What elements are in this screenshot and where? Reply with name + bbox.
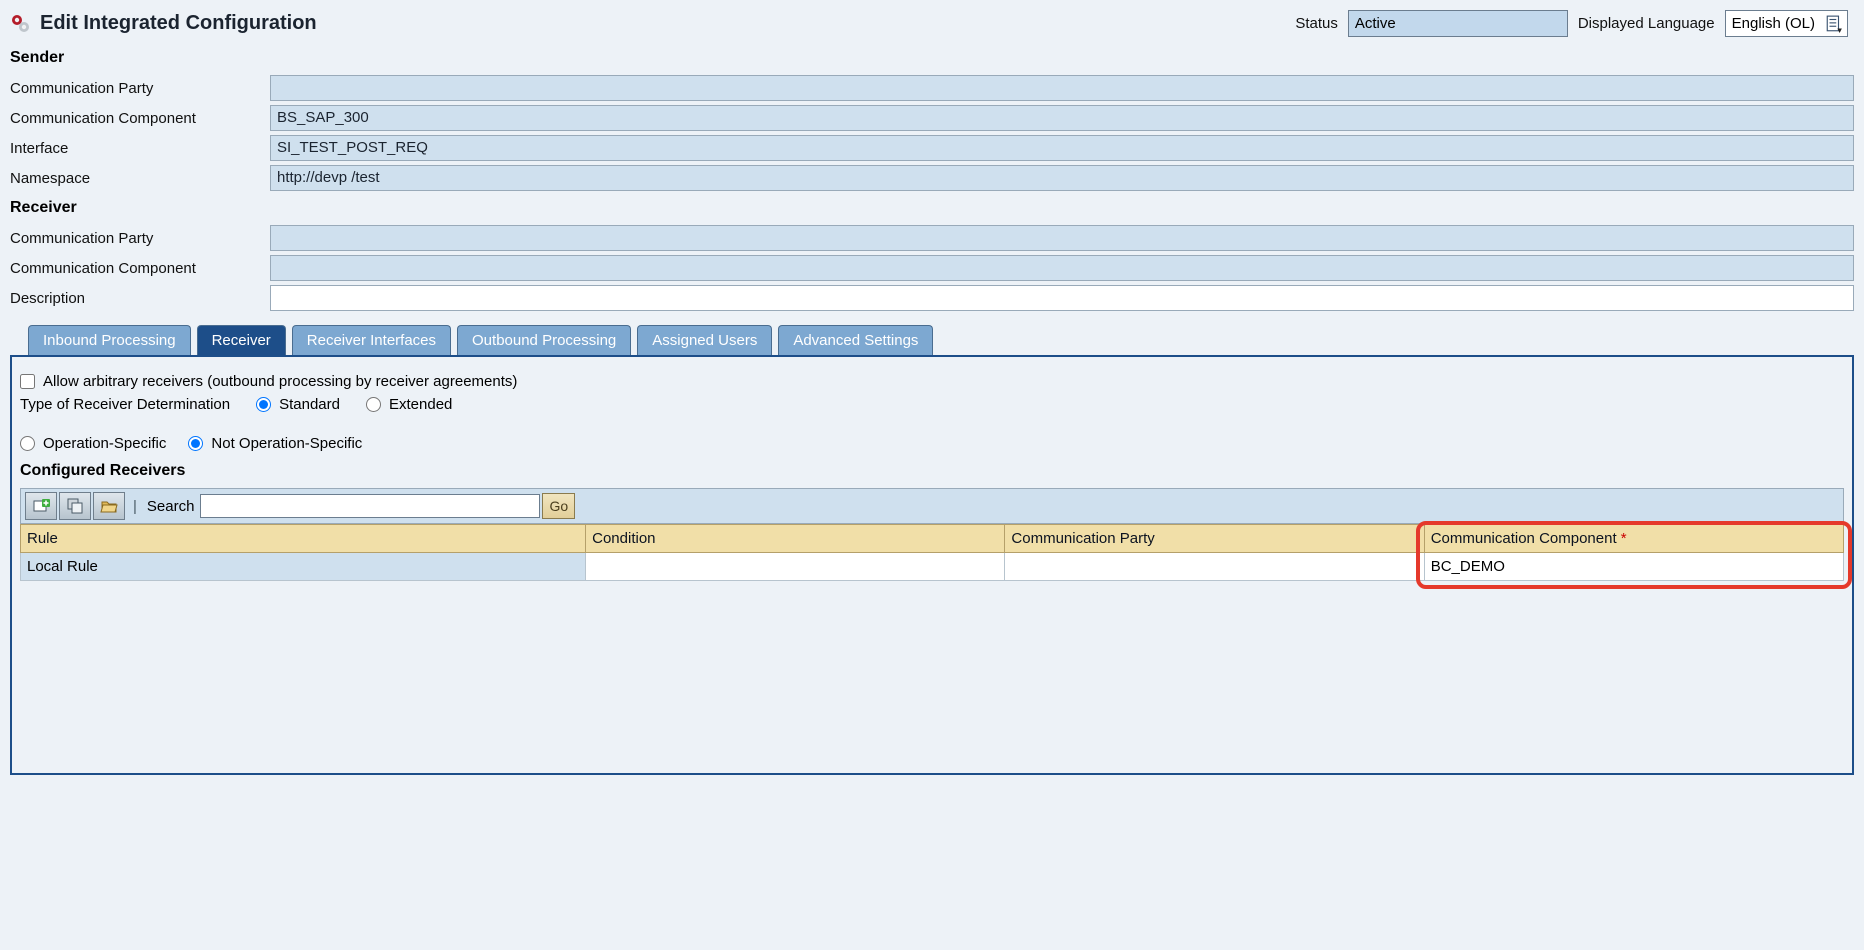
tab-advanced-settings[interactable]: Advanced Settings — [778, 325, 933, 355]
sender-comm-comp-field[interactable]: BS_SAP_300 — [270, 105, 1854, 131]
sender-comm-comp-label: Communication Component — [10, 110, 270, 127]
toolbar-separator: | — [127, 498, 143, 515]
operation-specific-radio[interactable] — [20, 436, 35, 451]
col-comm-comp[interactable]: Communication Component * — [1424, 525, 1843, 553]
add-icon — [32, 497, 50, 515]
cell-rule[interactable]: Local Rule — [21, 553, 586, 581]
sender-namespace-label: Namespace — [10, 170, 270, 187]
receiver-comm-party-label: Communication Party — [10, 230, 270, 247]
description-label: Description — [10, 290, 270, 307]
col-condition[interactable]: Condition — [586, 525, 1005, 553]
search-label: Search — [147, 498, 195, 515]
sender-comm-party-field[interactable] — [270, 75, 1854, 101]
extended-label: Extended — [389, 396, 452, 413]
add-row-button[interactable] — [25, 492, 57, 520]
sender-interface-field[interactable]: SI_TEST_POST_REQ — [270, 135, 1854, 161]
tab-bar: Inbound Processing Receiver Receiver Int… — [10, 325, 1854, 355]
standard-label: Standard — [279, 396, 340, 413]
language-selector[interactable]: English (OL) — [1725, 10, 1848, 37]
language-value: English (OL) — [1726, 11, 1821, 36]
description-field[interactable] — [270, 285, 1854, 311]
sender-interface-label: Interface — [10, 140, 270, 157]
not-operation-specific-label: Not Operation-Specific — [211, 435, 362, 452]
receiver-heading: Receiver — [10, 195, 1854, 221]
required-star: * — [1621, 530, 1627, 547]
configured-receivers-heading: Configured Receivers — [20, 458, 1844, 484]
cell-condition[interactable] — [586, 553, 1005, 581]
tab-assigned-users[interactable]: Assigned Users — [637, 325, 772, 355]
receiver-comm-party-field[interactable] — [270, 225, 1854, 251]
col-comm-party[interactable]: Communication Party — [1005, 525, 1424, 553]
search-input[interactable] — [200, 494, 540, 518]
table-row[interactable]: Local Rule BC_DEMO — [21, 553, 1844, 581]
receiver-comm-comp-field[interactable] — [270, 255, 1854, 281]
cell-comm-party[interactable] — [1005, 553, 1424, 581]
sender-heading: Sender — [10, 45, 1854, 71]
copy-row-button[interactable] — [59, 492, 91, 520]
not-operation-specific-radio[interactable] — [188, 436, 203, 451]
folder-open-icon — [100, 497, 118, 515]
status-label: Status — [1295, 15, 1338, 32]
language-label: Displayed Language — [1578, 15, 1715, 32]
tab-inbound-processing[interactable]: Inbound Processing — [28, 325, 191, 355]
col-comm-comp-label: Communication Component — [1431, 530, 1617, 547]
tab-outbound-processing[interactable]: Outbound Processing — [457, 325, 631, 355]
tab-receiver[interactable]: Receiver — [197, 325, 286, 355]
document-icon — [1825, 15, 1843, 33]
status-field: Active — [1348, 10, 1568, 37]
sender-namespace-field[interactable]: http://devp /test — [270, 165, 1854, 191]
tab-receiver-interfaces[interactable]: Receiver Interfaces — [292, 325, 451, 355]
extended-radio[interactable] — [366, 397, 381, 412]
sender-comm-party-label: Communication Party — [10, 80, 270, 97]
copy-icon — [66, 497, 84, 515]
page-title: Edit Integrated Configuration — [40, 12, 317, 35]
tab-body: Allow arbitrary receivers (outbound proc… — [10, 355, 1854, 775]
config-icon — [10, 13, 32, 35]
standard-radio[interactable] — [256, 397, 271, 412]
configured-receivers-toolbar: | Search Go — [20, 488, 1844, 524]
cell-comm-comp[interactable]: BC_DEMO — [1424, 553, 1843, 581]
go-button[interactable]: Go — [542, 493, 575, 519]
col-rule[interactable]: Rule — [21, 525, 586, 553]
type-determination-label: Type of Receiver Determination — [20, 396, 230, 413]
receiver-comm-comp-label: Communication Component — [10, 260, 270, 277]
open-button[interactable] — [93, 492, 125, 520]
configured-receivers-table: Rule Condition Communication Party Commu… — [20, 524, 1844, 581]
allow-arbitrary-label: Allow arbitrary receivers (outbound proc… — [43, 373, 517, 390]
allow-arbitrary-checkbox[interactable] — [20, 374, 35, 389]
operation-specific-label: Operation-Specific — [43, 435, 166, 452]
